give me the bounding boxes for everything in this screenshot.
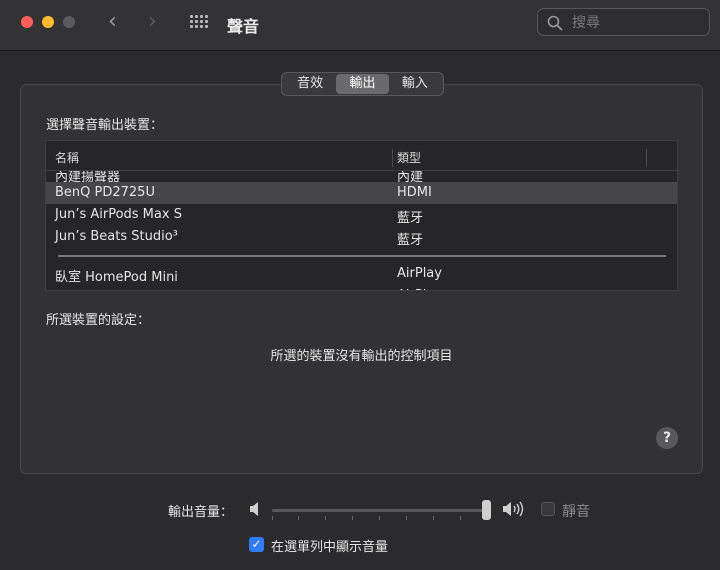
device-type: 藍牙: [397, 233, 424, 248]
column-header-name-label: 名稱: [55, 151, 80, 165]
volume-tick: [460, 516, 461, 520]
tab-input[interactable]: 輸入: [389, 74, 441, 94]
volume-tick: [325, 516, 326, 520]
device-name: Jun’s AirPods Max S: [55, 207, 182, 222]
output-volume-label: 輸出音量：: [168, 505, 234, 520]
tab-bar: 音效 輸出 輸入: [281, 72, 444, 96]
device-name: Jun’s Beats Studio³: [55, 229, 178, 244]
device-type: 藍牙: [397, 211, 424, 226]
volume-slider-thumb[interactable]: [482, 500, 491, 520]
device-name: BenQ PD2725U: [55, 185, 155, 200]
speaker-low-icon[interactable]: [249, 500, 263, 518]
volume-tick: [298, 516, 299, 520]
volume-track: [272, 509, 486, 512]
tab-sound-effects[interactable]: 音效: [284, 74, 336, 94]
show-all-grid-icon[interactable]: [190, 15, 210, 31]
tab-output[interactable]: 輸出: [336, 74, 389, 94]
table-row[interactable]: 客廳 AirPlay: [46, 285, 677, 290]
zoom-button[interactable]: [63, 16, 75, 28]
show-volume-in-menubar-checkbox[interactable]: ✓: [249, 537, 264, 552]
table-header-cover: 名稱 類型: [46, 141, 677, 171]
search-icon: [547, 15, 563, 31]
volume-tick: [433, 516, 434, 520]
mute-checkbox[interactable]: [541, 502, 555, 516]
close-button[interactable]: [21, 16, 33, 28]
table-row[interactable]: 臥室 HomePod Mini AirPlay: [46, 263, 677, 285]
minimize-button[interactable]: [42, 16, 54, 28]
show-volume-in-menubar-label: 在選單列中顯示音量: [271, 540, 389, 555]
device-type: HDMI: [397, 185, 432, 200]
device-name: 臥室 HomePod Mini: [55, 270, 178, 285]
volume-tick: [272, 516, 273, 520]
column-divider: [392, 149, 393, 167]
volume-tick: [379, 516, 380, 520]
output-device-heading: 選擇聲音輸出裝置：: [46, 118, 164, 133]
column-header-type-label: 類型: [397, 151, 422, 165]
window-title: 聲音: [227, 17, 260, 36]
volume-tick: [352, 516, 353, 520]
title-bar: ‹ › 聲音: [0, 0, 720, 51]
no-controls-message: 所選的裝置沒有輸出的控制項目: [270, 349, 453, 364]
column-divider: [646, 149, 647, 167]
output-device-table[interactable]: 名稱 類型 內建揚聲器 內建 名稱 類型 BenQ PD2725U HDMI J…: [45, 140, 678, 291]
search-input[interactable]: [570, 12, 704, 34]
device-name: 客廳: [55, 288, 81, 290]
table-row[interactable]: Jun’s Beats Studio³ 藍牙: [46, 226, 677, 248]
device-type: AirPlay: [397, 266, 442, 281]
table-row[interactable]: Jun’s AirPods Max S 藍牙: [46, 204, 677, 226]
device-type: AirPlay: [397, 288, 442, 290]
table-row[interactable]: BenQ PD2725U HDMI: [46, 182, 677, 204]
device-group-divider: [58, 255, 666, 257]
mute-label: 靜音: [562, 504, 590, 520]
forward-chevron-icon[interactable]: ›: [148, 10, 157, 34]
device-settings-heading: 所選裝置的設定：: [46, 313, 151, 328]
speaker-high-icon[interactable]: [502, 500, 528, 518]
help-button[interactable]: ?: [656, 427, 678, 449]
volume-tick: [406, 516, 407, 520]
back-chevron-icon[interactable]: ‹: [108, 10, 117, 34]
output-volume-slider[interactable]: [272, 500, 494, 520]
search-field[interactable]: [537, 8, 710, 36]
